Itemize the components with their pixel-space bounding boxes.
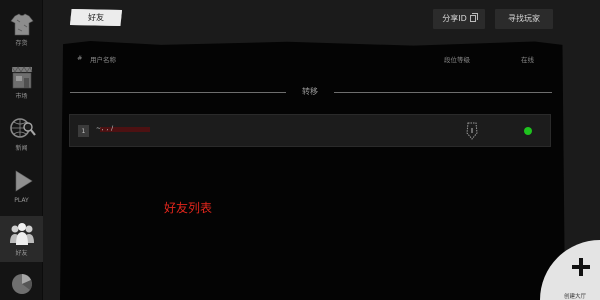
online-status-dot: [524, 127, 532, 135]
sidebar-item-inventory[interactable]: 存货: [0, 5, 43, 55]
shirt-icon: [10, 13, 33, 36]
friend-name: ~, , /: [96, 125, 114, 132]
friends-icon: [9, 223, 34, 245]
sidebar-item-friends[interactable]: 好友: [0, 216, 43, 262]
store-icon: [11, 66, 32, 89]
sidebar-item-label: 存货: [15, 40, 28, 47]
plus-icon: [572, 258, 590, 276]
sidebar-item-stats[interactable]: [0, 266, 43, 300]
share-id-button[interactable]: 分享ID: [433, 9, 485, 29]
friend-list-caption: 好友列表: [164, 201, 213, 215]
create-lobby-label: 创建大厅: [564, 294, 587, 300]
sidebar-item-news[interactable]: 新闻: [0, 110, 43, 158]
section-label: 转移: [302, 87, 318, 96]
row-index: 1: [78, 125, 89, 137]
section-divider-right: [334, 92, 552, 93]
stats-icon: [11, 274, 32, 294]
column-header-rank: 段位等级: [444, 56, 470, 64]
friends-panel: # 用户名称 段位等级 在线 转移 1 ~, , / 好友列表: [60, 41, 565, 300]
friend-row[interactable]: 1 ~, , /: [69, 114, 551, 147]
copy-icon: [469, 13, 478, 22]
share-id-label: 分享ID: [442, 14, 467, 23]
column-header-index: #: [77, 54, 83, 62]
sidebar-item-label: 好友: [15, 250, 28, 257]
column-header-online: 在线: [521, 56, 534, 64]
sidebar-item-label: 市场: [15, 93, 28, 100]
sidebar-item-market[interactable]: 市场: [0, 58, 43, 106]
column-header-username: 用户名称: [90, 56, 116, 64]
top-bar: 好友 分享ID 寻找玩家: [43, 0, 600, 36]
sidebar-item-label: 新闻: [15, 145, 28, 152]
sidebar-item-label: PLAY: [14, 197, 29, 204]
play-icon: [15, 170, 33, 192]
globe-search-icon: [9, 118, 36, 138]
tab-friends[interactable]: 好友: [70, 9, 122, 26]
section-divider-left: [70, 92, 286, 93]
find-players-button[interactable]: 寻找玩家: [495, 9, 553, 29]
sidebar-item-play[interactable]: PLAY: [0, 160, 43, 212]
rank-badge-icon: [466, 122, 478, 140]
left-sidebar: 存货 市场 新闻 PLAY 好友: [0, 0, 43, 300]
